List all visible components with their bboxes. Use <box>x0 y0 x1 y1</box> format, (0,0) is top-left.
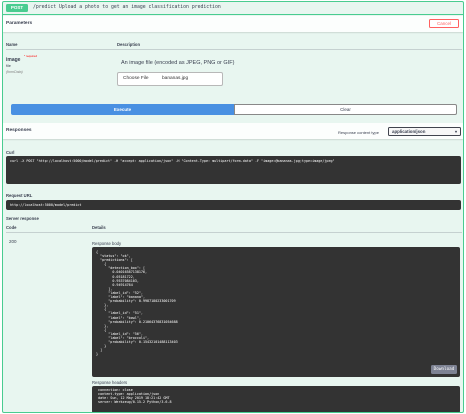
content-type-value: application/json <box>392 129 426 134</box>
param-location: (formData) <box>6 70 23 74</box>
cancel-button[interactable]: Cancel <box>429 19 459 28</box>
response-headers: connection: close content-type: applicat… <box>92 386 460 412</box>
parameters-header: Parameters Cancel <box>3 16 463 32</box>
choose-file-button[interactable]: Choose File <box>123 76 149 81</box>
column-description: Description <box>117 42 141 47</box>
column-name: Name <box>6 42 18 47</box>
param-required: * required <box>24 54 38 58</box>
response-headers-label: Response headers <box>92 380 128 385</box>
request-url-box: http://localhost:5000/model/predict <box>6 200 461 210</box>
content-type-label: Response content type <box>338 130 379 135</box>
curl-label: Curl <box>6 150 15 155</box>
response-body[interactable]: { "status": "ok", "predictions": [ { "de… <box>92 247 460 377</box>
file-input[interactable]: Choose File bananas.jpg <box>117 72 223 86</box>
operation-path: /predict Upload a photo to get an image … <box>33 5 221 10</box>
responses-title: Responses <box>6 128 32 133</box>
chevron-down-icon: ▾ <box>454 129 457 134</box>
download-button[interactable]: Download <box>431 365 457 374</box>
divider <box>6 232 462 233</box>
response-headers-text: connection: close content-type: applicat… <box>98 388 172 405</box>
operation-block: POST /predict Upload a photo to get an i… <box>2 1 464 413</box>
column-code: Code <box>6 225 17 230</box>
request-url-label: Request URL <box>6 193 33 198</box>
method-badge: POST <box>6 4 28 12</box>
column-details: Details <box>92 225 106 230</box>
parameters-title: Parameters <box>6 21 33 26</box>
clear-button[interactable]: Clear <box>234 104 457 115</box>
response-body-label: Response body <box>92 241 122 246</box>
curl-text: curl -X POST "http://localhost:5000/mode… <box>10 159 335 163</box>
operation-summary[interactable]: POST /predict Upload a photo to get an i… <box>3 2 463 15</box>
curl-command[interactable]: curl -X POST "http://localhost:5000/mode… <box>6 156 461 184</box>
param-name: image <box>6 57 21 63</box>
server-response-label: Server response <box>6 216 39 221</box>
request-url: http://localhost:5000/model/predict <box>10 203 82 207</box>
chosen-file-name: bananas.jpg <box>162 76 189 81</box>
execute-button[interactable]: Execute <box>11 104 234 115</box>
param-type: file <box>6 64 11 68</box>
content-type-select[interactable]: application/json ▾ <box>388 127 461 136</box>
status-code: 200 <box>9 239 17 244</box>
response-body-text: { "status": "ok", "predictions": [ { "de… <box>96 250 178 357</box>
divider <box>6 49 462 50</box>
param-description: An image file (encoded as JPEG, PNG or G… <box>121 60 235 66</box>
